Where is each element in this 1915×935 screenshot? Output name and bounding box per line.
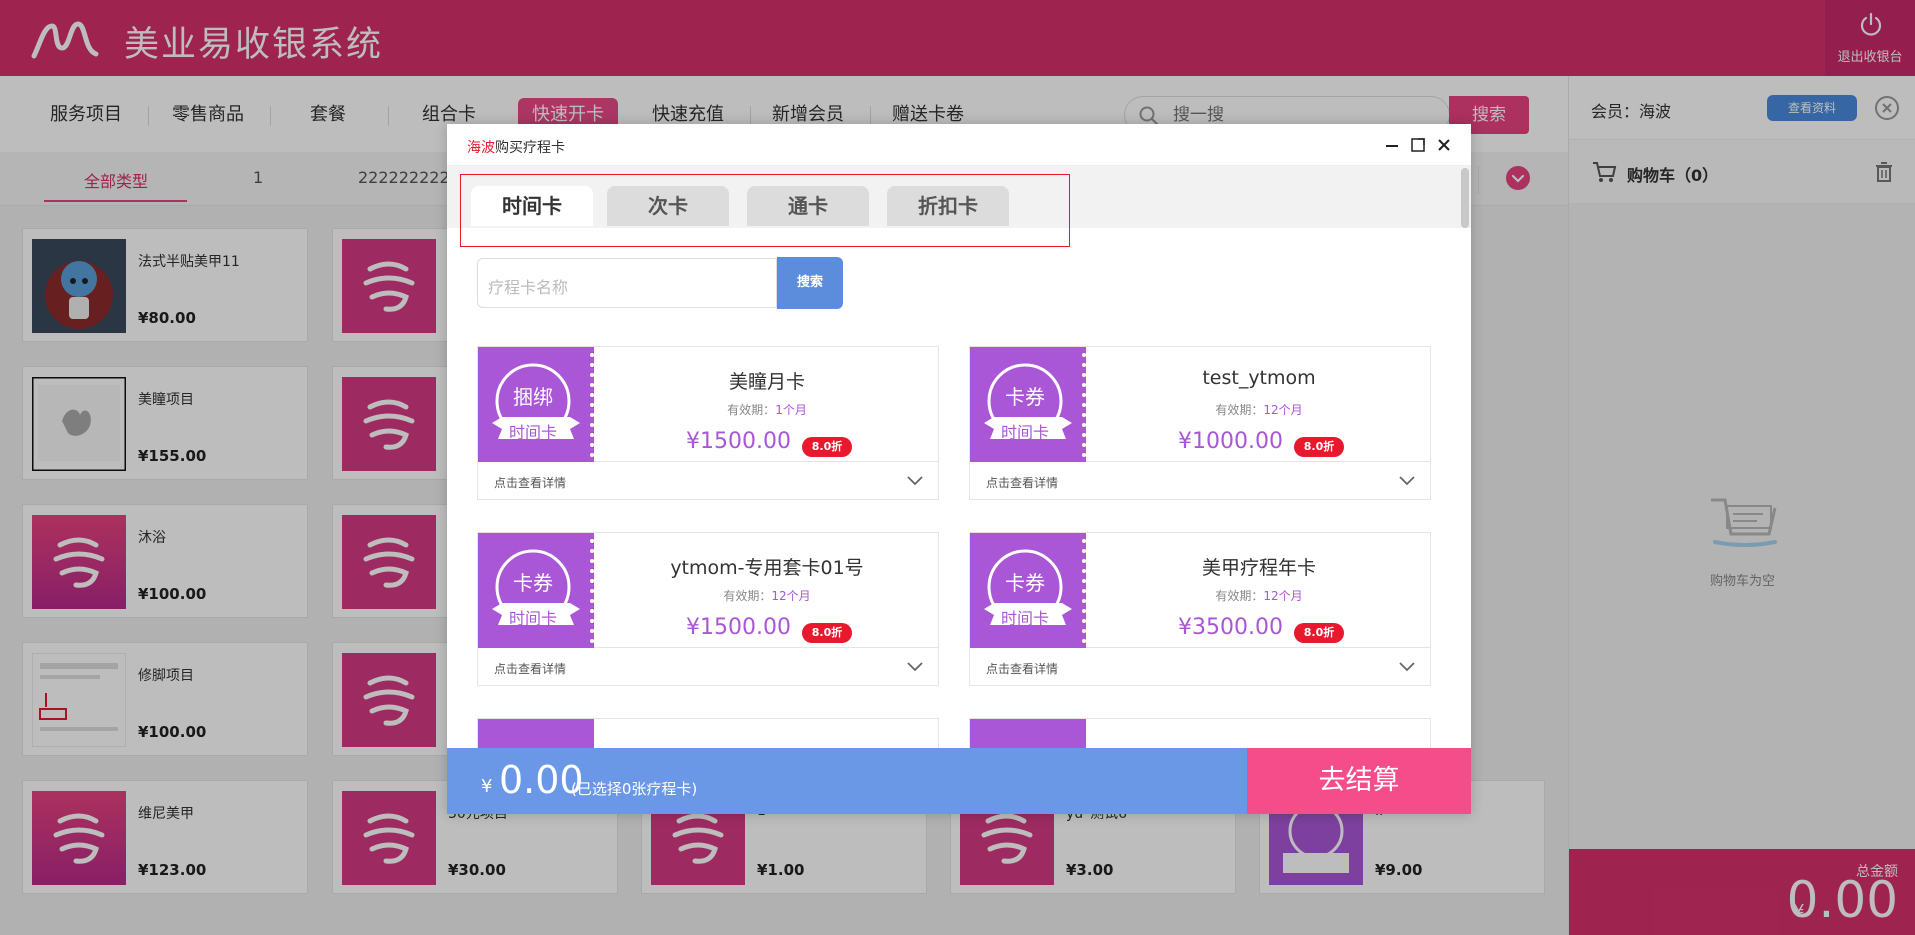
card-validity: 有效期：12个月 <box>1215 403 1303 417</box>
badge-top-text: 捆绑 <box>513 385 553 409</box>
tabs-highlight-box <box>460 174 1070 247</box>
badge-top-text: 卡券 <box>1005 571 1045 595</box>
course-card-body: 卡券 时间卡 美甲疗程年卡 有效期：12个月 ¥3500.00 8.0折 <box>969 532 1431 649</box>
discount-badge: 8.0折 <box>802 623 852 643</box>
discount-badge: 8.0折 <box>1294 437 1344 457</box>
details-label: 点击查看详情 <box>494 476 567 490</box>
card-search-placeholder: 疗程卡名称 <box>488 278 569 297</box>
modal-member-name: 海波 <box>467 140 495 156</box>
chevron-down-icon <box>1399 662 1415 672</box>
chevron-down-icon <box>907 476 923 486</box>
modal-title: 海波购买疗程卡 <box>467 137 565 157</box>
validity-value: 12个月 <box>1263 403 1303 417</box>
discount-badge: 8.0折 <box>802 437 852 457</box>
course-card[interactable]: 捆绑 时间卡 美瞳月卡 有效期：1个月 ¥1500.00 8.0折 点击查看详情 <box>477 346 939 500</box>
discount-badge: 8.0折 <box>1294 623 1344 643</box>
badge-bottom-text: 时间卡 <box>508 609 557 628</box>
card-badge: 卡券 时间卡 <box>970 533 1086 649</box>
course-card[interactable]: 卡券 时间卡 ytmom-专用套卡01号 有效期：12个月 ¥1500.00 8… <box>477 532 939 686</box>
modal-title-text: 购买疗程卡 <box>495 140 565 156</box>
chevron-down-icon <box>1399 476 1415 486</box>
card-search-button[interactable]: 搜索 <box>777 257 843 309</box>
modal-titlebar: 海波购买疗程卡 <box>447 124 1471 166</box>
card-validity: 有效期：12个月 <box>1215 589 1303 603</box>
chevron-down-icon <box>907 662 923 672</box>
badge-bottom-text: 时间卡 <box>508 423 557 442</box>
details-label: 点击查看详情 <box>986 662 1059 676</box>
badge-top-text: 卡券 <box>1005 385 1045 409</box>
course-card[interactable]: 卡券 时间卡 test_ytmom 有效期：12个月 ¥1000.00 8.0折… <box>969 346 1431 500</box>
card-details-toggle[interactable]: 点击查看详情 <box>477 462 939 500</box>
minimize-icon[interactable] <box>1383 136 1401 154</box>
card-price: ¥1500.00 <box>686 429 791 454</box>
card-details-toggle[interactable]: 点击查看详情 <box>477 648 939 686</box>
validity-value: 12个月 <box>1263 589 1303 603</box>
card-price: ¥1000.00 <box>1178 429 1283 454</box>
card-badge: 卡券 时间卡 <box>478 533 594 649</box>
details-label: 点击查看详情 <box>986 476 1059 490</box>
card-details-toggle[interactable]: 点击查看详情 <box>969 648 1431 686</box>
course-card[interactable]: 卡券 时间卡 美甲疗程年卡 有效期：12个月 ¥3500.00 8.0折 点击查… <box>969 532 1431 686</box>
close-icon[interactable] <box>1435 136 1453 154</box>
modal-footer: ¥ 0.00 (已选择0张疗程卡) 去结算 <box>447 748 1471 814</box>
card-search-input[interactable]: 疗程卡名称 <box>477 258 777 308</box>
badge-top-text: 卡券 <box>513 571 553 595</box>
validity-value: 12个月 <box>771 589 811 603</box>
card-name: 美瞳月卡 <box>728 371 805 393</box>
card-price: ¥3500.00 <box>1178 615 1283 640</box>
course-card-body: 卡券 时间卡 test_ytmom 有效期：12个月 ¥1000.00 8.0折 <box>969 346 1431 463</box>
checkout-button[interactable]: 去结算 <box>1247 748 1471 814</box>
details-label: 点击查看详情 <box>494 662 567 676</box>
selected-summary: ¥ 0.00 (已选择0张疗程卡) <box>447 748 1247 814</box>
card-badge: 卡券 时间卡 <box>970 347 1086 463</box>
card-validity: 有效期：1个月 <box>727 403 807 417</box>
card-badge: 捆绑 时间卡 <box>478 347 594 463</box>
course-card-body: 捆绑 时间卡 美瞳月卡 有效期：1个月 ¥1500.00 8.0折 <box>477 346 939 463</box>
card-name: 美甲疗程年卡 <box>1201 557 1316 579</box>
card-validity: 有效期：12个月 <box>723 589 811 603</box>
card-name: test_ytmom <box>1202 367 1316 389</box>
selected-count-text: (已选择0张疗程卡) <box>571 780 698 798</box>
course-card-body: 卡券 时间卡 ytmom-专用套卡01号 有效期：12个月 ¥1500.00 8… <box>477 532 939 649</box>
badge-bottom-text: 时间卡 <box>1000 609 1049 628</box>
validity-value: 1个月 <box>775 403 807 417</box>
maximize-icon[interactable] <box>1409 136 1427 154</box>
modal-scrollbar[interactable] <box>1461 168 1469 228</box>
card-name: ytmom-专用套卡01号 <box>670 557 864 579</box>
buy-course-card-modal: 海波购买疗程卡 时间卡 次卡 通卡 折扣卡 疗程卡名称 搜索 捆绑 时间卡 美瞳… <box>447 124 1471 814</box>
footer-currency: ¥ <box>481 776 493 797</box>
card-price: ¥1500.00 <box>686 615 791 640</box>
card-details-toggle[interactable]: 点击查看详情 <box>969 462 1431 500</box>
badge-bottom-text: 时间卡 <box>1000 423 1049 442</box>
